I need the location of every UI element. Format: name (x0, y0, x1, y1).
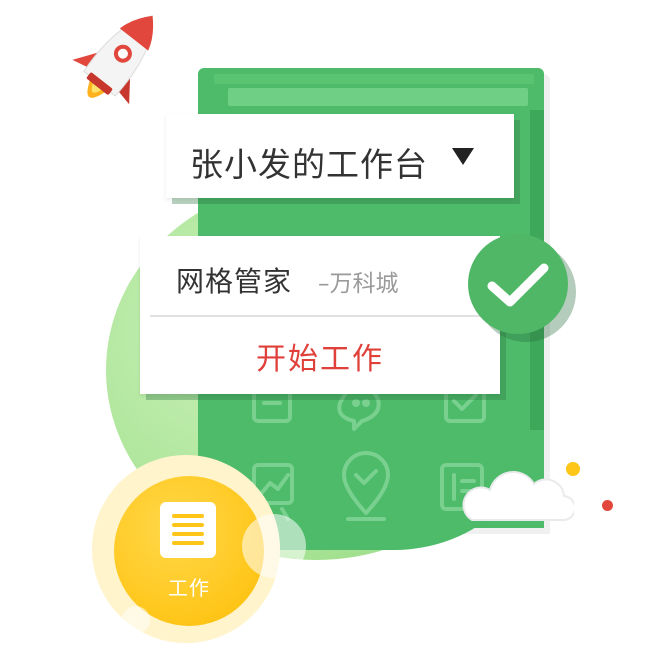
document-icon (160, 502, 216, 558)
decor-dot-yellow (566, 462, 580, 476)
decor-bubble-small (122, 606, 150, 634)
check-badge (468, 234, 568, 334)
cloud-icon (462, 471, 574, 522)
board-icon-location (342, 451, 390, 521)
check-icon (487, 263, 549, 307)
rocket-icon (72, 15, 154, 105)
decor-bubble (242, 514, 306, 578)
work-badge-label: 工作 (168, 576, 210, 600)
start-work-button[interactable]: 开始工作 (140, 318, 500, 394)
card-divider (150, 315, 490, 317)
workspace-title[interactable]: 张小发的工作台 (190, 138, 428, 186)
triangle-down-icon[interactable] (452, 148, 474, 165)
board-header-strip (214, 74, 534, 84)
site-name: –万科城 (318, 271, 399, 297)
decor-dot-red (602, 500, 613, 511)
role-name: 网格管家 (176, 265, 293, 298)
board-header-bar (228, 88, 528, 106)
